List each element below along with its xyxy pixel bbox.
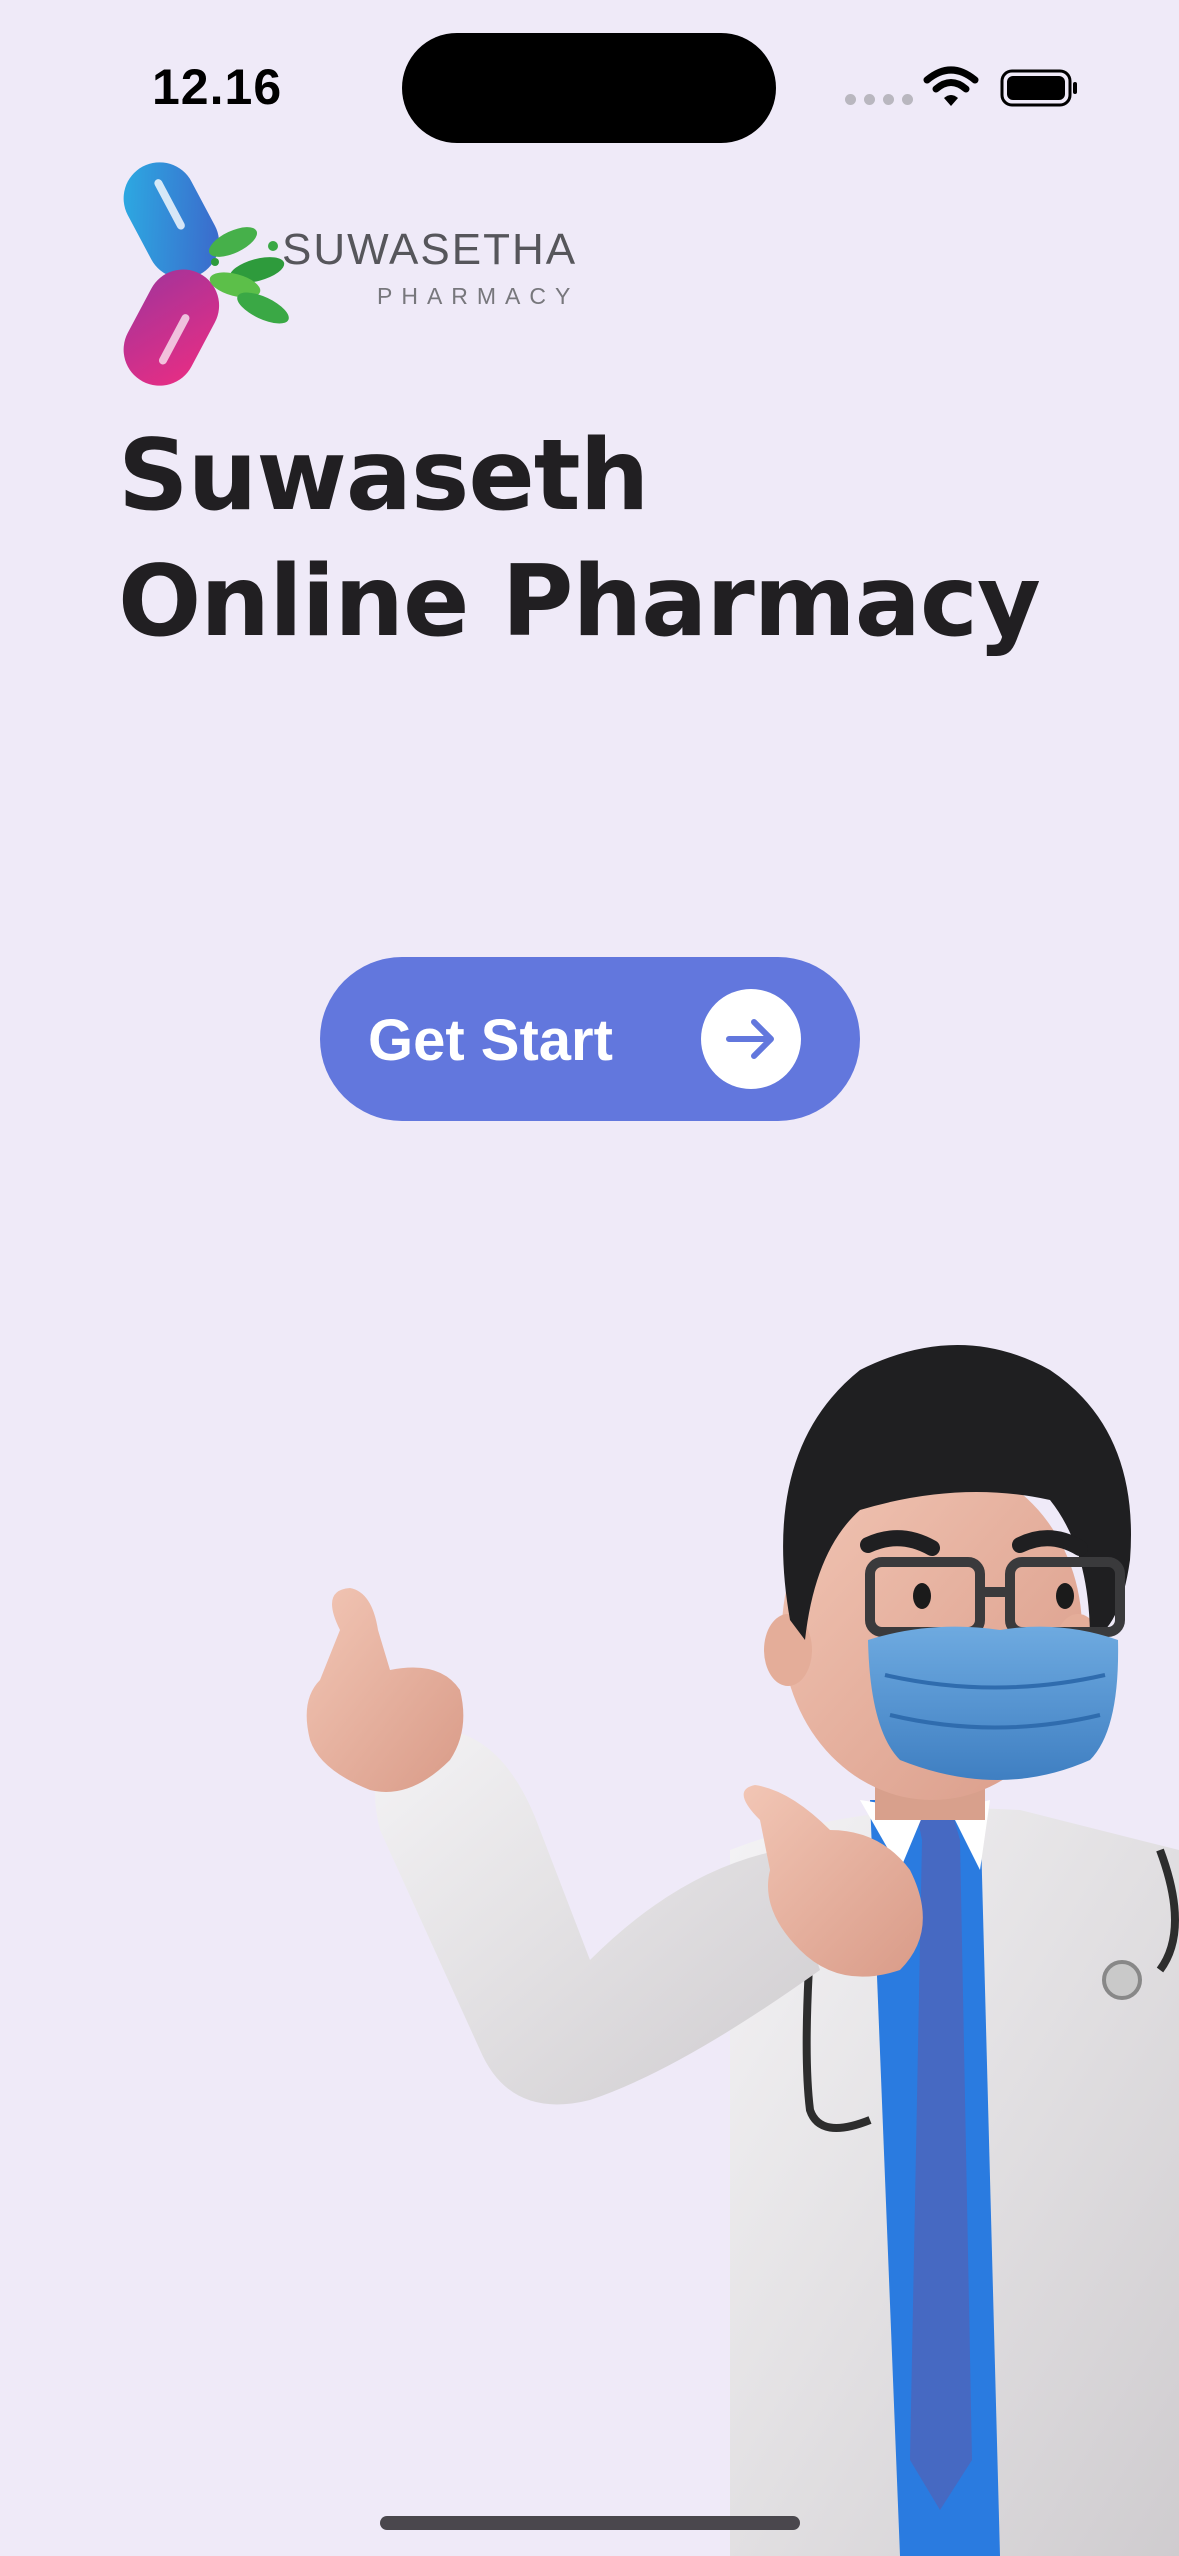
arrow-right-icon <box>726 1019 774 1059</box>
doctor-illustration <box>306 1345 1179 2556</box>
cellular-signal-icon <box>845 94 913 105</box>
get-start-label: Get Start <box>368 1008 613 1073</box>
brand-name: SUWASETHA <box>282 225 578 274</box>
battery-icon <box>1000 69 1077 107</box>
brand-subtitle: PHARMACY <box>377 283 580 309</box>
dynamic-island <box>402 33 776 143</box>
get-start-button[interactable]: Get Start <box>320 957 860 1121</box>
title-line-2: Online Pharmacy <box>118 545 1041 659</box>
wifi-icon <box>923 66 979 106</box>
home-indicator[interactable] <box>380 2516 800 2530</box>
status-bar: 12.16 <box>0 0 1179 170</box>
brand-logo <box>115 160 585 390</box>
status-time: 12.16 <box>152 59 283 115</box>
arrow-button-circle <box>701 989 801 1089</box>
capsule-logo-icon <box>123 162 289 386</box>
page-title: Suwaseth Online Pharmacy <box>118 413 1041 665</box>
title-line-1: Suwaseth <box>118 419 649 533</box>
